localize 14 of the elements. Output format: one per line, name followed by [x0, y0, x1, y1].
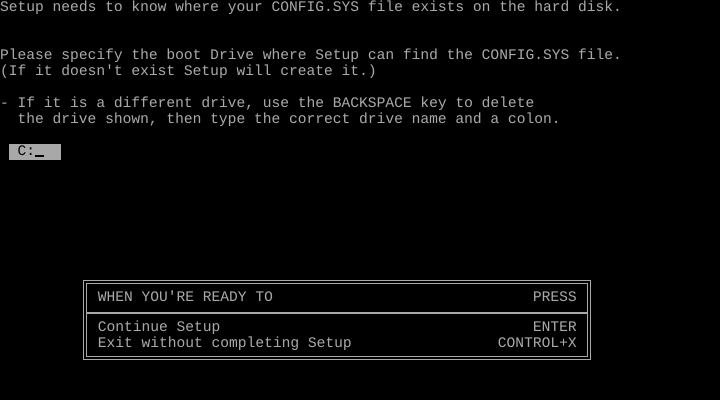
instruction-text: Please specify the boot Drive where Setup can find the CONFIG.SYS file.: [0, 48, 623, 64]
cursor-icon: [35, 155, 44, 157]
key-text: ENTER: [532, 320, 577, 336]
hint-text: the drive shown, then type the correct drive name and a colon.: [18, 112, 560, 128]
action-text: Continue Setup: [98, 320, 220, 336]
dash-marker: -: [0, 96, 10, 114]
intro-text: Setup needs to know where your CONFIG.SYS file exists on the hard disk.: [0, 0, 623, 16]
column-heading: WHEN YOU'RE READY TO: [98, 290, 273, 306]
drive-field[interactable]: C:: [8, 144, 62, 160]
hint-text: If it is a different drive, use the BACKSPACE key to delete: [18, 96, 534, 112]
column-heading: PRESS: [532, 290, 577, 306]
instruction-text: (If it doesn't exist Setup will create it.): [0, 64, 378, 80]
action-text: Exit without completing Setup: [98, 336, 352, 352]
key-text: CONTROL+X: [498, 336, 577, 352]
